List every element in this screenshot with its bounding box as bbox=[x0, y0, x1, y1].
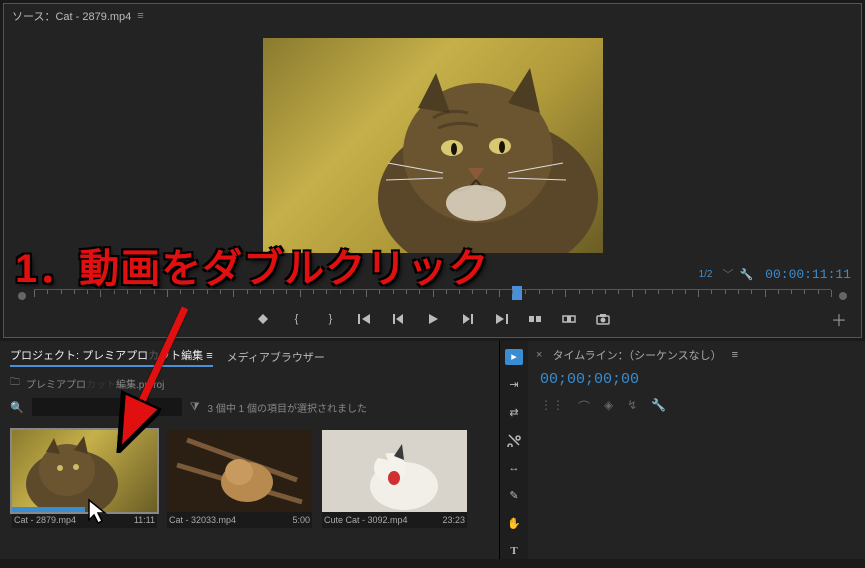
project-tabs: プロジェクト: プレミアプロカット編集 ≡ メディアブラウザー bbox=[0, 345, 499, 373]
insert-button[interactable] bbox=[527, 311, 543, 327]
search-input[interactable] bbox=[32, 398, 182, 416]
clip-label-row: Cat - 32033.mp4 5:00 bbox=[167, 512, 312, 528]
button-editor-plus-icon[interactable]: ＋ bbox=[831, 307, 847, 331]
step-back-button[interactable] bbox=[391, 311, 407, 327]
clip-name: Cat - 2879.mp4 bbox=[14, 515, 76, 525]
snap-icon[interactable]: ⋮⋮ bbox=[540, 398, 564, 415]
clip-duration: 5:00 bbox=[292, 515, 310, 525]
clip-item[interactable]: Cute Cat - 3092.mp4 23:23 bbox=[322, 430, 467, 528]
timeline-title: タイムライン：（シーケンスなし） bbox=[552, 347, 721, 363]
panel-menu-icon[interactable]: ≡ bbox=[137, 10, 143, 22]
mark-out-button[interactable]: } bbox=[323, 311, 339, 327]
filter-icon[interactable]: ⧩ bbox=[190, 401, 200, 414]
source-title: ソース：Cat - 2879.mp4 bbox=[12, 8, 131, 24]
wrench-icon[interactable]: 🔧 bbox=[651, 398, 666, 415]
ruler-start-icon[interactable] bbox=[18, 292, 26, 300]
razor-tool[interactable] bbox=[505, 432, 523, 448]
pen-tool[interactable]: ✎ bbox=[505, 488, 523, 504]
clip-label-row: Cute Cat - 3092.mp4 23:23 bbox=[322, 512, 467, 528]
selection-tool[interactable]: ▸ bbox=[505, 349, 523, 365]
source-controls-row: 1/2 ﹀ 🔧 00:00:11:11 bbox=[4, 259, 861, 289]
mark-in-button[interactable]: { bbox=[289, 311, 305, 327]
slip-tool[interactable]: ↔ bbox=[505, 460, 523, 476]
source-header: ソース：Cat - 2879.mp4 ≡ bbox=[4, 4, 861, 28]
project-filename: プレミアプロカット編集.prproj bbox=[26, 376, 164, 391]
panel-menu-icon[interactable]: ≡ bbox=[206, 350, 212, 362]
clip-grid: Cat - 2879.mp4 11:11 Cat - 32033.mp4 bbox=[0, 420, 499, 538]
clip-item[interactable]: Cat - 32033.mp4 5:00 bbox=[167, 430, 312, 528]
timeline-timecode[interactable]: 00;00;00;00 bbox=[536, 369, 857, 394]
clip-name: Cute Cat - 3092.mp4 bbox=[324, 515, 408, 525]
tab-project-label-a: プロジェクト: プレミアプロ bbox=[10, 350, 148, 362]
magnet-icon[interactable]: ⌒ bbox=[578, 398, 590, 415]
search-icon: 🔍 bbox=[10, 401, 24, 414]
clip-label-row: Cat - 2879.mp4 11:11 bbox=[12, 512, 157, 528]
resolution-chevron-icon[interactable]: ﹀ bbox=[722, 266, 733, 282]
project-filter-row: 🔍 ⧩ 3 個中 1 個の項目が選択されました bbox=[0, 394, 499, 420]
settings-wrench-icon[interactable]: 🔧 bbox=[739, 268, 753, 281]
marker-span-icon[interactable]: ◈ bbox=[604, 398, 613, 415]
clip-thumbnail[interactable] bbox=[167, 430, 312, 512]
timeline-panel: × タイムライン：（シーケンスなし） ≡ 00;00;00;00 ⋮⋮ ⌒ ◈ … bbox=[528, 341, 865, 559]
selection-status: 3 個中 1 個の項目が選択されました bbox=[208, 400, 367, 415]
tab-project-label-b: ット編集 bbox=[159, 350, 203, 362]
type-tool[interactable]: T bbox=[505, 543, 523, 559]
ruler-end-icon[interactable] bbox=[839, 292, 847, 300]
transport-controls: { } ＋ bbox=[4, 303, 861, 333]
playhead-icon[interactable] bbox=[512, 286, 522, 300]
hand-tool[interactable]: ✋ bbox=[505, 516, 523, 532]
clip-duration: 11:11 bbox=[134, 515, 155, 525]
panel-menu-icon[interactable]: ≡ bbox=[732, 349, 738, 361]
source-preview[interactable] bbox=[4, 28, 861, 253]
timeline-option-icons: ⋮⋮ ⌒ ◈ ↯ 🔧 bbox=[536, 394, 857, 419]
project-subheader: 🗀 プレミアプロカット編集.prproj bbox=[0, 373, 499, 394]
tab-media-browser[interactable]: メディアブラウザー bbox=[227, 349, 325, 365]
bottom-panels: プロジェクト: プレミアプロカット編集 ≡ メディアブラウザー 🗀 プレミアプロ… bbox=[0, 341, 865, 559]
cat-thumb-3 bbox=[322, 430, 467, 512]
close-icon[interactable]: × bbox=[536, 349, 542, 361]
tab-project[interactable]: プロジェクト: プレミアプロカット編集 ≡ bbox=[10, 347, 213, 367]
time-ruler[interactable] bbox=[34, 289, 831, 303]
clip-thumbnail[interactable] bbox=[12, 430, 157, 512]
go-to-in-button[interactable] bbox=[357, 311, 373, 327]
clip-item[interactable]: Cat - 2879.mp4 11:11 bbox=[12, 430, 157, 528]
overwrite-button[interactable] bbox=[561, 311, 577, 327]
cat-thumb-2 bbox=[167, 430, 312, 512]
cat-image bbox=[348, 58, 598, 253]
step-forward-button[interactable] bbox=[459, 311, 475, 327]
tool-strip: ▸ ⇥ ⇄ ↔ ✎ ✋ T bbox=[500, 341, 528, 559]
clip-name: Cat - 32033.mp4 bbox=[169, 515, 236, 525]
source-monitor-panel: ソース：Cat - 2879.mp4 ≡ bbox=[3, 3, 862, 338]
video-preview[interactable] bbox=[263, 38, 603, 253]
export-frame-button[interactable] bbox=[595, 311, 611, 327]
sequence-settings-icon[interactable]: ↯ bbox=[627, 398, 637, 415]
source-timecode[interactable]: 00:00:11:11 bbox=[765, 267, 851, 282]
bin-icon[interactable]: 🗀 bbox=[10, 375, 20, 392]
add-marker-button[interactable] bbox=[255, 311, 271, 327]
playback-resolution[interactable]: 1/2 bbox=[699, 269, 713, 280]
clip-thumbnail[interactable] bbox=[322, 430, 467, 512]
timeline-header: × タイムライン：（シーケンスなし） ≡ bbox=[536, 345, 857, 369]
clip-duration: 23:23 bbox=[442, 515, 465, 525]
play-button[interactable] bbox=[425, 311, 441, 327]
project-panel: プロジェクト: プレミアプロカット編集 ≡ メディアブラウザー 🗀 プレミアプロ… bbox=[0, 341, 500, 559]
ripple-edit-tool[interactable]: ⇄ bbox=[505, 405, 523, 421]
cat-thumb-1 bbox=[12, 430, 157, 512]
track-select-tool[interactable]: ⇥ bbox=[505, 377, 523, 393]
go-to-out-button[interactable] bbox=[493, 311, 509, 327]
clip-scrub-bar[interactable] bbox=[12, 507, 85, 512]
